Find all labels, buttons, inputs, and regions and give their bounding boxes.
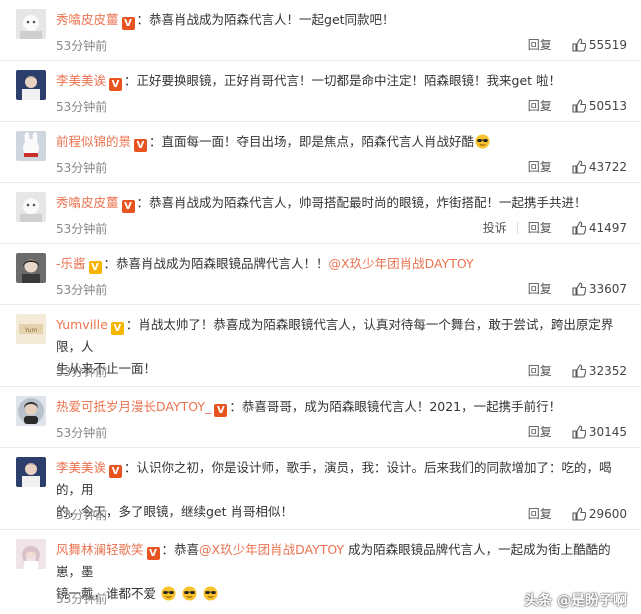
like-count: 41497: [588, 221, 627, 235]
username-link[interactable]: -乐酱: [56, 256, 86, 271]
timestamp: 53分钟前: [56, 161, 108, 175]
report-button[interactable]: 投诉: [473, 222, 518, 234]
sunglasses-emoji-icon: [475, 134, 490, 149]
thumbs-up-icon: [572, 364, 586, 378]
username-link[interactable]: 风舞林澜轻歌笑: [56, 542, 144, 557]
reply-button[interactable]: 回复: [518, 283, 562, 295]
comment-text-pre: 恭喜: [174, 542, 200, 557]
comment-item: Yum Yumville V ：肖战太帅了！恭喜成为陌森眼镜代言人，认真对待每一个舞…: [0, 305, 641, 387]
thumbs-up-icon: [572, 425, 586, 439]
mention-link[interactable]: @X玖少年团肖战DAYTOY: [199, 542, 344, 557]
verified-badge-icon: V: [109, 78, 123, 91]
verified-badge-icon: V: [214, 404, 228, 417]
timestamp: 53分钟前: [56, 365, 108, 379]
avatar[interactable]: [16, 192, 46, 222]
avatar[interactable]: [16, 396, 46, 426]
thumbs-up-icon: [572, 221, 586, 235]
like-count: 32352: [588, 364, 627, 378]
like-button[interactable]: 29600: [562, 507, 627, 521]
svg-text:Yum: Yum: [24, 327, 38, 334]
comment-text: 恭喜肖战成为陌森眼镜品牌代言人！！: [116, 256, 329, 271]
thumbs-up-icon: [572, 282, 586, 296]
thumbs-up-icon: [572, 99, 586, 113]
comment-item: 李美美诶 V ：认识你之初，你是设计师，歌手，演员，我：设计。后来我们的同款增加了：…: [0, 448, 641, 530]
avatar[interactable]: Yum: [16, 314, 46, 344]
timestamp: 53分钟前: [56, 426, 108, 440]
verified-badge-icon: V: [88, 261, 102, 274]
like-count: 50513: [588, 99, 627, 113]
comment-text: 直面每一面！夺目出场，即是焦点，陌森代言人肖战好酷: [161, 134, 475, 149]
like-button[interactable]: 50513: [562, 99, 627, 113]
thumbs-up-icon: [572, 38, 586, 52]
comment-text-line-1: 肖战太帅了！恭喜成为陌森眼镜代言人，认真对待每一个舞台，敢于尝试，跨出原定界限，…: [56, 317, 614, 354]
verified-badge-icon: V: [109, 465, 123, 478]
username-link[interactable]: 秀噏皮皮薑: [56, 12, 119, 27]
avatar[interactable]: [16, 9, 46, 39]
timestamp: 53分钟前: [56, 39, 108, 53]
like-count: 43722: [588, 160, 627, 174]
avatar[interactable]: [16, 70, 46, 100]
verified-badge-icon: V: [121, 17, 135, 30]
username-link[interactable]: 热爱可抵岁月漫长DAYTOY_: [56, 399, 211, 414]
comment-item: 秀噏皮皮薑 V ：恭喜肖战成为陌森代言人，帅哥搭配最时尚的眼镜，炸街搭配！一起携手共…: [0, 183, 641, 244]
avatar[interactable]: [16, 539, 46, 569]
thumbs-up-icon: [572, 507, 586, 521]
reply-button[interactable]: 回复: [518, 426, 562, 438]
comment-text: 正好要换眼镜，正好肖哥代言！一切都是命中注定！陌森眼镜！我来get 啦！: [136, 73, 562, 88]
comment-text: 恭喜肖战成为陌森代言人！一起get同款吧！: [149, 12, 395, 27]
like-count: 33607: [588, 282, 627, 296]
comment-text: 恭喜哥哥，成为陌森眼镜代言人！2021，一起携手前行！: [241, 399, 562, 414]
like-button[interactable]: 30145: [562, 425, 627, 439]
timestamp: 53分钟前: [56, 592, 108, 606]
timestamp: 53分钟前: [56, 508, 108, 522]
verified-badge-icon: V: [134, 139, 148, 152]
verified-badge-icon: V: [121, 200, 135, 213]
comment-item: 热爱可抵岁月漫长DAYTOY_ V ：恭喜哥哥，成为陌森眼镜代言人！2021，一起携…: [0, 387, 641, 448]
avatar[interactable]: [16, 131, 46, 161]
timestamp: 53分钟前: [56, 222, 108, 236]
username-link[interactable]: 李美美诶: [56, 460, 106, 475]
mention-link[interactable]: @X玖少年团肖战DAYTOY: [329, 256, 474, 271]
like-count: 30145: [588, 425, 627, 439]
like-button[interactable]: 32352: [562, 364, 627, 378]
like-button[interactable]: 33607: [562, 282, 627, 296]
avatar[interactable]: [16, 253, 46, 283]
like-count: 55519: [588, 38, 627, 52]
like-button[interactable]: 55519: [562, 38, 627, 52]
username-link[interactable]: 前程似锦的景: [56, 134, 131, 149]
comment-text-line-1: 认识你之初，你是设计师，歌手，演员，我：设计。后来我们的同款增加了：吃的，喝的，…: [56, 460, 612, 497]
username-link[interactable]: Yumville: [56, 317, 108, 332]
verified-badge-icon: V: [110, 322, 124, 335]
comment-item: 前程似锦的景 V ：直面每一面！夺目出场，即是焦点，陌森代言人肖战好酷 53分钟前 …: [0, 122, 641, 183]
comment-text: 恭喜肖战成为陌森代言人，帅哥搭配最时尚的眼镜，炸街搭配！一起携手共进！: [149, 195, 587, 210]
comment-item: 秀噏皮皮薑 V ：恭喜肖战成为陌森代言人！一起get同款吧！ 53分钟前 回复 55…: [0, 0, 641, 61]
avatar[interactable]: [16, 457, 46, 487]
like-button[interactable]: 41497: [562, 221, 627, 235]
username-link[interactable]: 李美美诶: [56, 73, 106, 88]
verified-badge-icon: V: [146, 547, 160, 560]
timestamp: 53分钟前: [56, 100, 108, 114]
reply-button[interactable]: 回复: [518, 508, 562, 520]
watermark: 头条 @是盼子啊: [524, 593, 627, 609]
comment-item: -乐酱 V ：恭喜肖战成为陌森眼镜品牌代言人！！@X玖少年团肖战DAYTOY 53分…: [0, 244, 641, 305]
reply-button[interactable]: 回复: [518, 161, 562, 173]
reply-button[interactable]: 回复: [518, 222, 562, 234]
username-link[interactable]: 秀噏皮皮薑: [56, 195, 119, 210]
thumbs-up-icon: [572, 160, 586, 174]
reply-button[interactable]: 回复: [518, 39, 562, 51]
comment-list: 秀噏皮皮薑 V ：恭喜肖战成为陌森代言人！一起get同款吧！ 53分钟前 回复 55…: [0, 0, 641, 614]
reply-button[interactable]: 回复: [518, 100, 562, 112]
comment-item: 李美美诶 V ：正好要换眼镜，正好肖哥代言！一切都是命中注定！陌森眼镜！我来get …: [0, 61, 641, 122]
like-button[interactable]: 43722: [562, 160, 627, 174]
timestamp: 53分钟前: [56, 283, 108, 297]
reply-button[interactable]: 回复: [518, 365, 562, 377]
like-count: 29600: [588, 507, 627, 521]
